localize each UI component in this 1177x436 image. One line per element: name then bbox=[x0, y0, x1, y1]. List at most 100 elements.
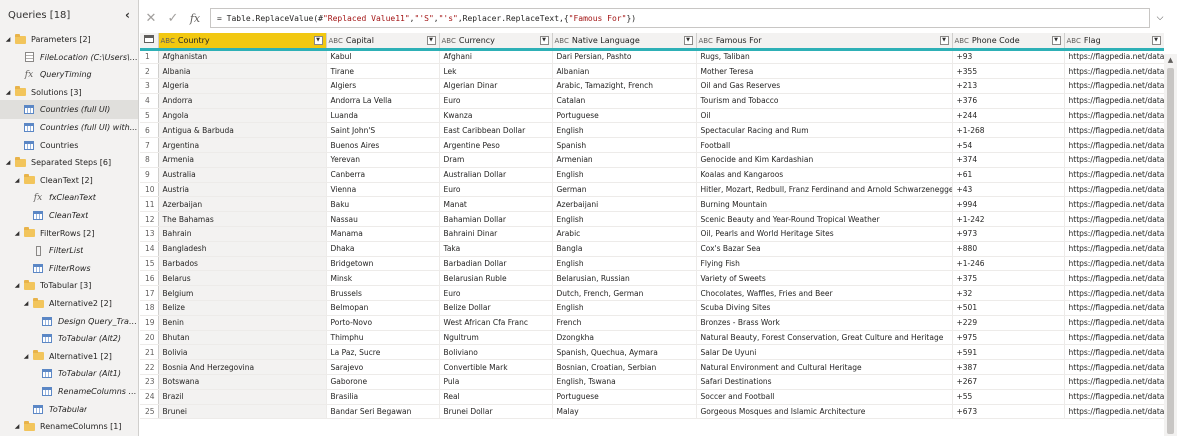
table-cell[interactable]: https://flagpedia.net/data bbox=[1064, 63, 1164, 80]
table-cell[interactable]: https://flagpedia.net/data bbox=[1064, 404, 1164, 420]
table-row[interactable]: 11 Azerbaijan Baku Manat Azerbaijani Burning … bbox=[140, 196, 1164, 213]
table-cell[interactable]: Genocide and Kim Kardashian bbox=[696, 152, 953, 168]
query-item[interactable]: FileLocation (C:\Users\l... bbox=[0, 48, 138, 67]
table-cell[interactable]: https://flagpedia.net/data bbox=[1064, 226, 1164, 242]
table-cell[interactable]: +61 bbox=[952, 167, 1065, 183]
table-cell[interactable]: +213 bbox=[952, 78, 1065, 94]
table-cell[interactable]: West African Cfa Franc bbox=[439, 315, 553, 331]
table-cell[interactable]: Albania bbox=[158, 63, 327, 80]
table-cell[interactable]: +229 bbox=[952, 315, 1065, 331]
table-row[interactable]: 13 Bahrain Manama Bahraini Dinar Arabic Oil, … bbox=[140, 226, 1164, 242]
table-cell[interactable]: Azerbaijani bbox=[552, 196, 697, 213]
row-number[interactable]: 23 bbox=[140, 374, 159, 390]
table-cell[interactable]: https://flagpedia.net/data bbox=[1064, 389, 1164, 405]
table-cell[interactable]: Bangla bbox=[552, 241, 697, 257]
table-cell[interactable]: Natural Beauty, Forest Conservation, Gre… bbox=[696, 330, 953, 346]
table-cell[interactable]: Malay bbox=[552, 404, 697, 420]
table-row[interactable]: 19 Benin Porto-Novo West African Cfa Franc F… bbox=[140, 315, 1164, 331]
query-item[interactable]: ◢ RenameColumns [1] bbox=[0, 417, 138, 436]
vertical-scrollbar[interactable]: ▲ bbox=[1164, 54, 1177, 436]
collapse-pane-icon[interactable]: ‹ bbox=[125, 8, 130, 22]
row-number[interactable]: 5 bbox=[140, 108, 159, 124]
table-cell[interactable]: English, Tswana bbox=[552, 374, 697, 390]
table-cell[interactable]: Afghanistan bbox=[158, 49, 327, 65]
query-item[interactable]: ◢ ToTabular [3] bbox=[0, 276, 138, 295]
row-number[interactable]: 17 bbox=[140, 285, 159, 302]
table-cell[interactable]: Portuguese bbox=[552, 108, 697, 124]
table-cell[interactable]: Brazil bbox=[158, 389, 327, 405]
table-cell[interactable]: Brasilia bbox=[326, 389, 440, 405]
table-cell[interactable]: Bahamian Dollar bbox=[439, 211, 553, 228]
expand-triangle-icon[interactable]: ◢ bbox=[13, 230, 21, 237]
table-cell[interactable]: Benin bbox=[158, 315, 327, 331]
table-cell[interactable]: Botswana bbox=[158, 374, 327, 390]
table-cell[interactable]: https://flagpedia.net/data bbox=[1064, 196, 1164, 213]
row-number[interactable]: 13 bbox=[140, 226, 159, 242]
table-cell[interactable]: Spanish, Quechua, Aymara bbox=[552, 344, 697, 361]
table-cell[interactable]: Soccer and Football bbox=[696, 389, 953, 405]
table-row[interactable]: 20 Bhutan Thimphu Ngultrum Dzongkha Natural B… bbox=[140, 330, 1164, 346]
query-item[interactable]: Countries bbox=[0, 136, 138, 155]
table-cell[interactable]: +244 bbox=[952, 108, 1065, 124]
table-cell[interactable]: Belgium bbox=[158, 285, 327, 302]
text-type-icon[interactable]: ABC bbox=[955, 37, 969, 45]
table-cell[interactable]: https://flagpedia.net/data bbox=[1064, 93, 1164, 109]
expand-triangle-icon[interactable]: ◢ bbox=[13, 282, 21, 289]
table-cell[interactable]: https://flagpedia.net/data bbox=[1064, 108, 1164, 124]
table-cell[interactable]: Azerbaijan bbox=[158, 196, 327, 213]
row-number[interactable]: 2 bbox=[140, 63, 159, 80]
table-cell[interactable]: La Paz, Sucre bbox=[326, 344, 440, 361]
table-row[interactable]: 23 Botswana Gaborone Pula English, Tswana Saf… bbox=[140, 374, 1164, 390]
table-row[interactable]: 22 Bosnia And Herzegovina Sarajevo Converti… bbox=[140, 359, 1164, 376]
table-cell[interactable]: Brunei Dollar bbox=[439, 404, 553, 420]
text-type-icon[interactable]: ABC bbox=[699, 37, 713, 45]
table-menu-button[interactable] bbox=[140, 33, 159, 51]
table-row[interactable]: 6 Antigua & Barbuda Saint John'S East Carib… bbox=[140, 122, 1164, 139]
table-cell[interactable]: Lek bbox=[439, 63, 553, 80]
column-filter-dropdown-icon[interactable]: ▼ bbox=[313, 36, 323, 45]
table-cell[interactable]: Minsk bbox=[326, 270, 440, 287]
column-header[interactable]: ABC Phone Code ▼ bbox=[952, 33, 1065, 51]
row-number[interactable]: 1 bbox=[140, 49, 159, 65]
table-row[interactable]: 10 Austria Vienna Euro German Hitler, Mozart,… bbox=[140, 182, 1164, 198]
column-filter-dropdown-icon[interactable]: ▼ bbox=[539, 36, 549, 45]
table-cell[interactable]: East Caribbean Dollar bbox=[439, 122, 553, 139]
table-cell[interactable]: Manama bbox=[326, 226, 440, 242]
table-cell[interactable]: Dzongkha bbox=[552, 330, 697, 346]
table-cell[interactable]: Belarus bbox=[158, 270, 327, 287]
table-cell[interactable]: +376 bbox=[952, 93, 1065, 109]
table-cell[interactable]: +43 bbox=[952, 182, 1065, 198]
table-cell[interactable]: Armenian bbox=[552, 152, 697, 168]
query-item[interactable]: RenameColumns (A... bbox=[0, 382, 138, 401]
table-cell[interactable]: https://flagpedia.net/data bbox=[1064, 49, 1164, 65]
table-cell[interactable]: Baku bbox=[326, 196, 440, 213]
table-cell[interactable]: Algerian Dinar bbox=[439, 78, 553, 94]
row-number[interactable]: 12 bbox=[140, 211, 159, 228]
table-row[interactable]: 17 Belgium Brussels Euro Dutch, French, Germ… bbox=[140, 285, 1164, 302]
query-item[interactable]: fx fxCleanText bbox=[0, 188, 138, 207]
query-item[interactable]: ◢ Alternative1 [2] bbox=[0, 347, 138, 366]
table-cell[interactable]: Dari Persian, Pashto bbox=[552, 49, 697, 65]
table-cell[interactable]: Taka bbox=[439, 241, 553, 257]
table-cell[interactable]: +1-246 bbox=[952, 256, 1065, 272]
table-cell[interactable]: Oil, Pearls and World Heritage Sites bbox=[696, 226, 953, 242]
table-cell[interactable]: https://flagpedia.net/data bbox=[1064, 300, 1164, 316]
table-cell[interactable]: Australian Dollar bbox=[439, 167, 553, 183]
table-cell[interactable]: Koalas and Kangaroos bbox=[696, 167, 953, 183]
table-row[interactable]: 7 Argentina Buenos Aires Argentine Peso Span… bbox=[140, 137, 1164, 154]
row-number[interactable]: 9 bbox=[140, 167, 159, 183]
query-item[interactable]: ToTabular bbox=[0, 400, 138, 419]
row-number[interactable]: 20 bbox=[140, 330, 159, 346]
table-row[interactable]: 12 The Bahamas Nassau Bahamian Dollar Englis… bbox=[140, 211, 1164, 228]
table-cell[interactable]: Catalan bbox=[552, 93, 697, 109]
table-cell[interactable]: Arabic bbox=[552, 226, 697, 242]
table-cell[interactable]: Pula bbox=[439, 374, 553, 390]
table-cell[interactable]: https://flagpedia.net/data bbox=[1064, 167, 1164, 183]
table-cell[interactable]: Bahrain bbox=[158, 226, 327, 242]
table-cell[interactable]: Rugs, Taliban bbox=[696, 49, 953, 65]
table-row[interactable]: 8 Armenia Yerevan Dram Armenian Genocide and … bbox=[140, 152, 1164, 168]
table-cell[interactable]: Dutch, French, German bbox=[552, 285, 697, 302]
table-cell[interactable]: +673 bbox=[952, 404, 1065, 420]
table-cell[interactable]: Sarajevo bbox=[326, 359, 440, 376]
column-header[interactable]: ABC Capital ▼ bbox=[326, 33, 440, 51]
